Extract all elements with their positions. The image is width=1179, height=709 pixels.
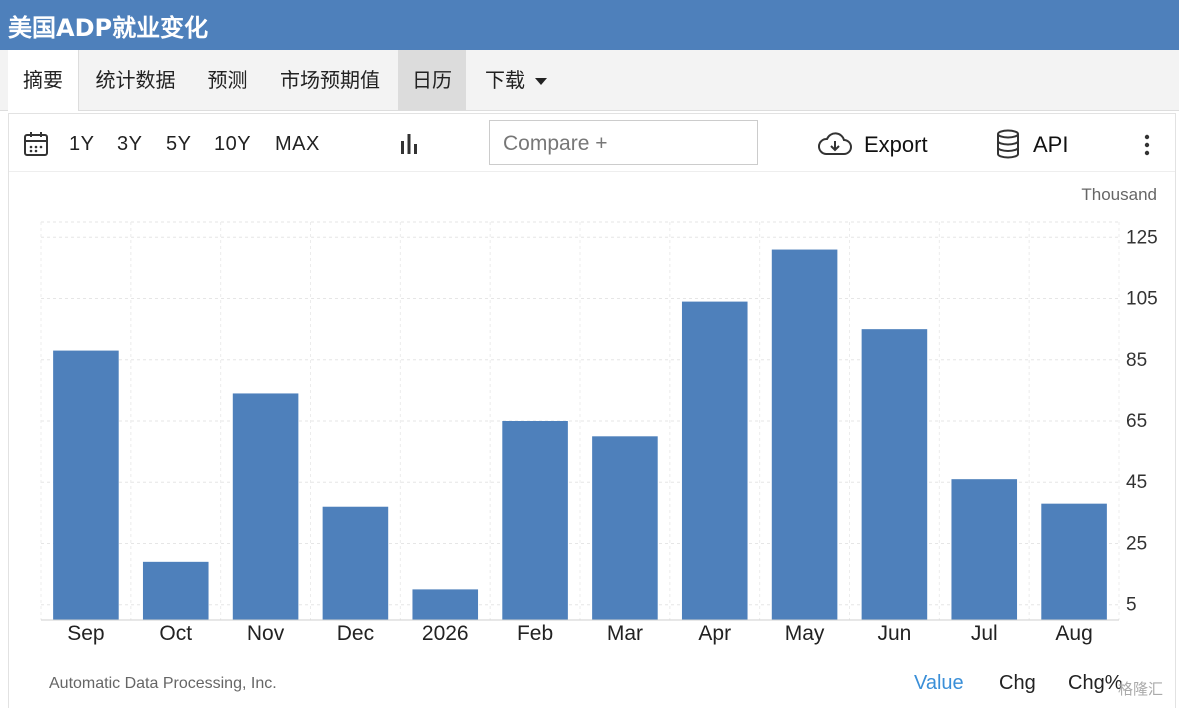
x-tick-label: 2026: [422, 622, 469, 645]
tab-consensus[interactable]: 市场预期值: [264, 50, 396, 111]
y-tick-label: 25: [1126, 533, 1147, 554]
y-tick-label: 45: [1126, 472, 1147, 493]
bar: [232, 393, 299, 620]
tab-summary-label: 摘要: [23, 68, 63, 92]
tab-summary[interactable]: 摘要: [8, 50, 79, 111]
y-tick-label: 105: [1126, 289, 1158, 310]
tab-forecast[interactable]: 预测: [192, 50, 263, 111]
tab-calendar-label: 日历: [412, 68, 452, 92]
data-source: Automatic Data Processing, Inc.: [49, 675, 277, 692]
bar: [322, 506, 389, 620]
chart-panel: 1Y 3Y 5Y 10Y MAX Compare + Export API Th…: [8, 113, 1176, 708]
x-tick-label: Sep: [67, 622, 104, 645]
bar: [681, 301, 748, 620]
x-tick-label: Apr: [698, 622, 731, 645]
x-tick-label: Aug: [1055, 622, 1092, 645]
tab-download-label: 下载: [485, 68, 525, 92]
watermark-logo: 格隆汇: [1118, 680, 1164, 698]
x-tick-label: Oct: [159, 622, 192, 645]
tab-calendar[interactable]: 日历: [398, 50, 466, 111]
x-tick-label: Jul: [971, 622, 998, 645]
tab-download[interactable]: 下载: [468, 50, 564, 111]
bar: [412, 589, 479, 620]
bar: [53, 350, 119, 620]
y-tick-label: 125: [1126, 227, 1158, 248]
tab-statistics-label: 统计数据: [95, 68, 176, 92]
chevron-down-icon: [535, 78, 547, 85]
page-title: 美国ADP就业变化: [8, 14, 209, 42]
x-tick-label: Nov: [247, 622, 285, 645]
x-tick-label: Jun: [877, 622, 911, 645]
bar: [771, 249, 838, 621]
y-tick-label: 5: [1126, 595, 1137, 616]
tab-statistics[interactable]: 统计数据: [80, 50, 191, 111]
x-tick-label: Dec: [337, 622, 374, 645]
value-tab[interactable]: Value: [914, 672, 964, 695]
chg-tab[interactable]: Chg: [999, 672, 1036, 695]
bar: [142, 561, 209, 620]
bar: [1041, 503, 1107, 620]
bar: [502, 421, 568, 620]
chg-pct-tab[interactable]: Chg%: [1068, 672, 1122, 695]
x-tick-label: Mar: [607, 622, 643, 645]
y-tick-label: 85: [1126, 350, 1147, 371]
tab-consensus-label: 市场预期值: [280, 68, 380, 92]
bar: [861, 329, 928, 620]
nav-bar: 摘要 统计数据 预测 市场预期值 日历 下载: [0, 50, 1179, 111]
tab-forecast-label: 预测: [207, 68, 248, 92]
title-bar: 美国ADP就业变化: [0, 0, 1179, 50]
x-tick-label: Feb: [517, 622, 553, 645]
bar: [951, 479, 1018, 620]
bar-chart: 5 25 45 65 85 105 125 Sep Oct Nov Dec 2026 Feb Mar Apr…: [40, 221, 1158, 645]
x-tick-label: May: [785, 622, 825, 645]
y-tick-label: 65: [1126, 411, 1147, 432]
bar: [592, 436, 658, 620]
